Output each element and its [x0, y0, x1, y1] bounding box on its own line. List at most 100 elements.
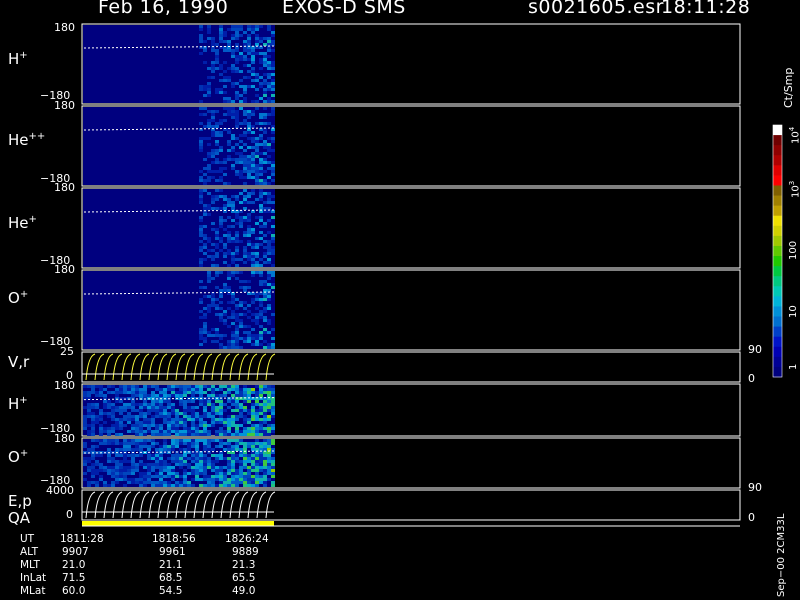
spectrogram-cell: [219, 400, 223, 403]
spectrogram-cell: [211, 149, 215, 152]
spectrogram-cell: [239, 388, 243, 391]
spectrogram-cell: [107, 400, 111, 403]
spectrogram-cell: [87, 385, 91, 388]
spectrogram-cell: [235, 388, 239, 391]
spectrogram-cell: [95, 481, 99, 484]
spectrogram-cell: [175, 418, 179, 421]
spectrogram-cell: [199, 146, 203, 149]
spectrogram-cell: [247, 164, 251, 167]
spectrogram-cell: [107, 454, 111, 457]
spectrogram-cell: [255, 264, 259, 267]
colorbar-swatch: [773, 205, 782, 217]
spectrogram-cell: [111, 409, 115, 412]
spectrogram-cell: [115, 421, 119, 424]
spectrogram-cell: [267, 100, 271, 103]
spectrogram-cell: [143, 466, 147, 469]
spectrogram-cell: [243, 391, 247, 394]
spectrogram-cell: [243, 158, 247, 161]
spectrogram-cell: [159, 424, 163, 427]
spectrogram-cell: [267, 454, 271, 457]
spectrogram-cell: [247, 225, 251, 228]
spectrogram-cell: [243, 170, 247, 173]
spectrogram-cell: [235, 198, 239, 201]
spectrogram-cell: [255, 334, 259, 337]
spectrogram-cell: [115, 463, 119, 466]
spectrogram-cell: [159, 472, 163, 475]
spectrogram-cell: [227, 418, 231, 421]
spectrogram-cell: [251, 313, 255, 316]
spectrogram-cell: [267, 466, 271, 469]
spectrogram-cell: [203, 207, 207, 210]
spectrogram-cell: [215, 228, 219, 231]
spectrogram-cell: [247, 421, 251, 424]
spectrogram-cell: [203, 179, 207, 182]
info-label: InLat: [20, 572, 47, 584]
spectrogram-cell: [119, 412, 123, 415]
spectrogram-cell: [239, 466, 243, 469]
spectrogram-cell: [235, 43, 239, 46]
spectrogram-cell: [219, 484, 223, 487]
spectrogram-cell: [207, 37, 211, 40]
spectrogram-cell: [235, 391, 239, 394]
spectrogram-cell: [111, 430, 115, 433]
spectrogram-cell: [123, 424, 127, 427]
spectrogram-cell: [231, 146, 235, 149]
spectrogram-cell: [131, 442, 135, 445]
spectrogram-cell: [211, 116, 215, 119]
velocity-arc: [175, 491, 186, 519]
spectrogram-cell: [247, 234, 251, 237]
spectrogram-cell: [179, 439, 183, 442]
spectrogram-cell: [259, 445, 263, 448]
spectrogram-cell: [271, 179, 275, 182]
spectrogram-cell: [259, 271, 263, 274]
spectrogram-cell: [255, 37, 259, 40]
spectrogram-cell: [155, 442, 159, 445]
spectrogram-cell: [271, 343, 275, 346]
spectrogram-cell: [211, 391, 215, 394]
spectrogram-cell: [271, 388, 275, 391]
spectrogram-cell: [263, 131, 267, 134]
spectrogram-cell: [247, 418, 251, 421]
spectrogram-cell: [235, 119, 239, 122]
spectrogram-cell: [251, 25, 255, 28]
spectrogram-cell: [199, 454, 203, 457]
spectrogram-cell: [171, 403, 175, 406]
spectrogram-cell: [207, 207, 211, 210]
spectrogram-cell: [247, 40, 251, 43]
spectrogram-cell: [267, 146, 271, 149]
velocity-arc: [112, 491, 123, 519]
spectrogram-cell: [175, 472, 179, 475]
spectrogram-cell: [159, 463, 163, 466]
spectrogram-cell: [139, 439, 143, 442]
spectrogram-cell: [235, 252, 239, 255]
spectrogram-cell: [211, 460, 215, 463]
spectrogram-cell: [231, 274, 235, 277]
spectrogram-cell: [231, 55, 235, 58]
spectrogram-cell: [231, 49, 235, 52]
spectrogram-cell: [199, 258, 203, 261]
spectrogram-cell: [235, 170, 239, 173]
spectrogram-cell: [255, 261, 259, 264]
spectrogram-cell: [251, 415, 255, 418]
spectrogram-cell: [171, 475, 175, 478]
spectrogram-cell: [271, 88, 275, 91]
spectrogram-cell: [219, 346, 223, 349]
spectrogram-cell: [243, 164, 247, 167]
spectrogram-cell: [263, 255, 267, 258]
spectrogram-cell: [103, 484, 107, 487]
spectrogram-cell: [219, 427, 223, 430]
spectrogram-cell: [203, 85, 207, 88]
spectrogram-cell: [271, 427, 275, 430]
spectrogram-cell: [247, 475, 251, 478]
spectrogram-cell: [251, 152, 255, 155]
spectrogram-cell: [271, 34, 275, 37]
spectrogram-cell: [247, 216, 251, 219]
spectrogram-cell: [263, 79, 267, 82]
spectrogram-cell: [259, 207, 263, 210]
spectrogram-cell: [187, 439, 191, 442]
spectrogram-cell: [171, 412, 175, 415]
spectrogram-cell: [139, 433, 143, 436]
spectrogram-cell: [123, 442, 127, 445]
spectrogram-cell: [191, 388, 195, 391]
spectrogram-cell: [267, 97, 271, 100]
